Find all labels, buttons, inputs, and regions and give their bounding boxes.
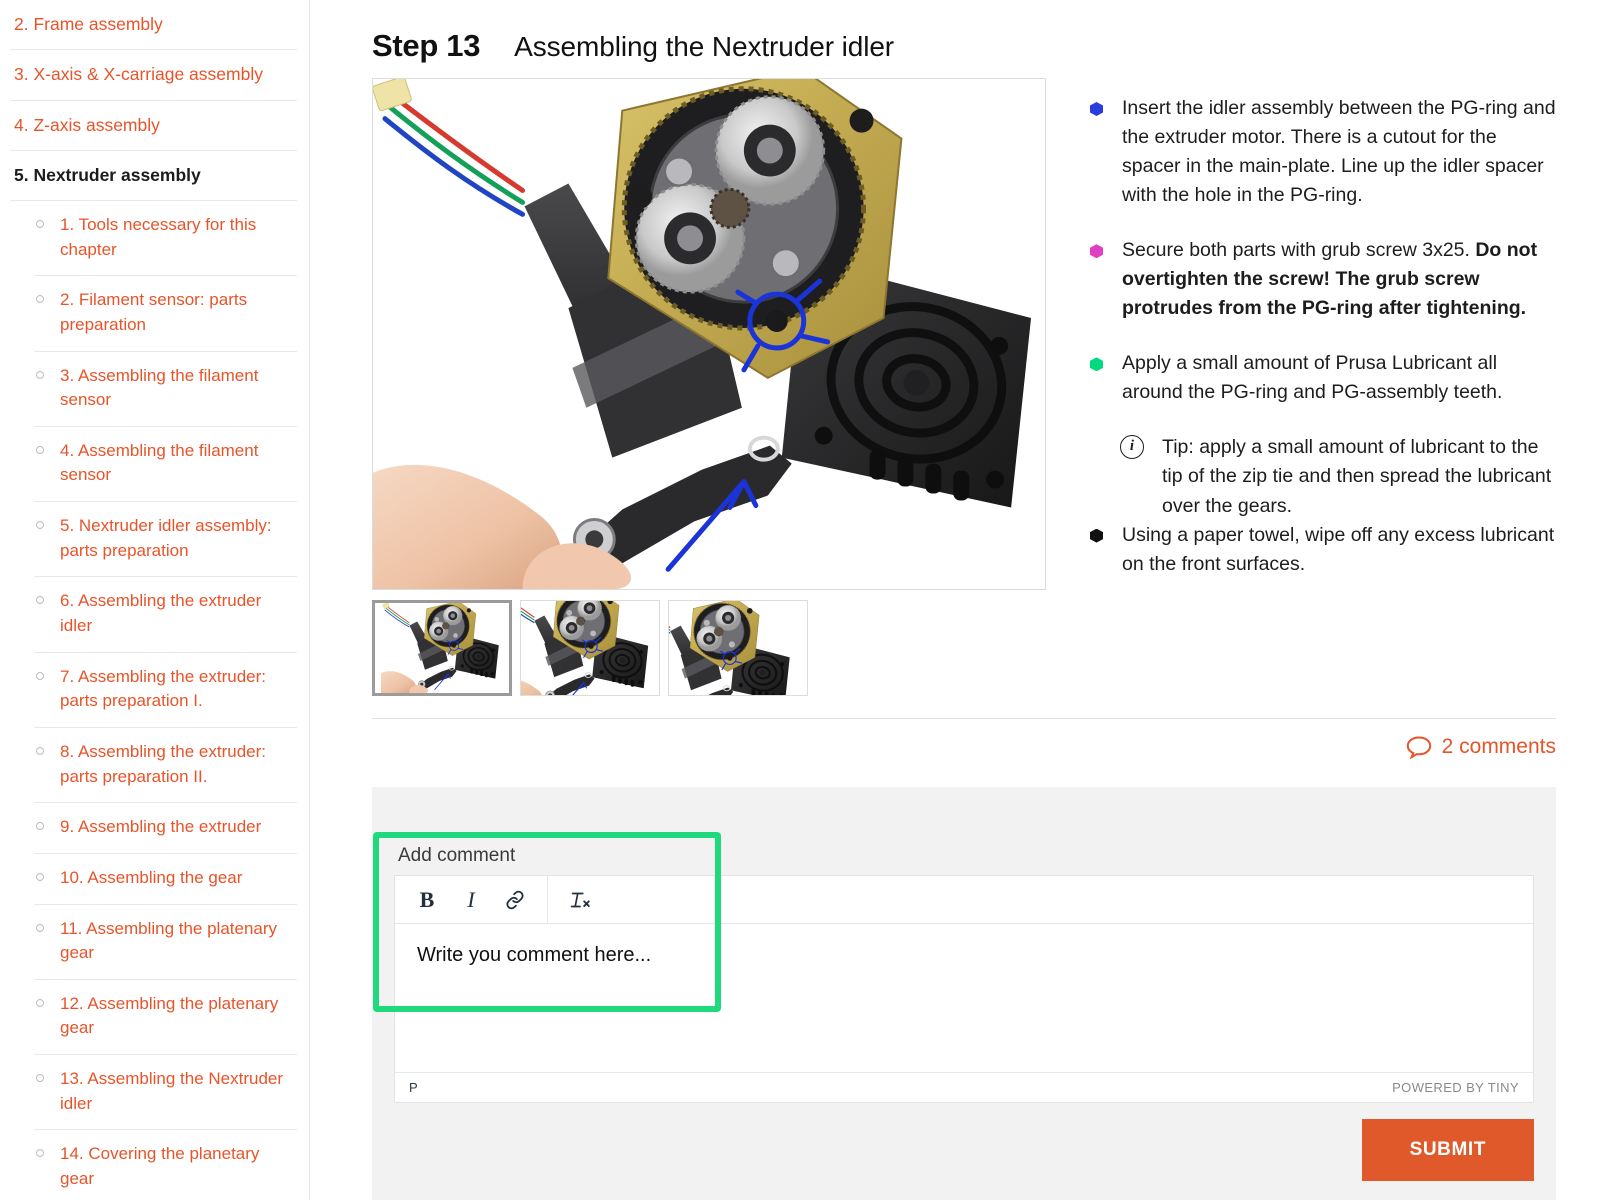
- main-photo[interactable]: [372, 78, 1046, 590]
- sidebar-subitem-1[interactable]: 1. Tools necessary for this chapter: [34, 201, 297, 277]
- thumbnail-1[interactable]: [372, 600, 512, 696]
- sidebar-subitem-9[interactable]: 9. Assembling the extruder: [34, 803, 297, 854]
- chapter-sidebar[interactable]: 2. Frame assembly 3. X-axis & X-carriage …: [0, 0, 310, 1200]
- thumbnail-2[interactable]: [520, 600, 660, 696]
- instruction-item-4: Using a paper towel, wipe off any excess…: [1082, 521, 1556, 579]
- thumbnail-3[interactable]: [668, 600, 808, 696]
- instruction-item-1: Insert the idler assembly between the PG…: [1082, 94, 1556, 210]
- nextruder-photo-illustration: [373, 79, 1045, 589]
- sidebar-subitem-3[interactable]: 3. Assembling the filament sensor: [34, 352, 297, 427]
- circle-bullet-icon: [36, 445, 44, 454]
- circle-bullet-icon: [36, 220, 44, 228]
- element-path: P: [409, 1080, 418, 1095]
- sidebar-subitem-label: 9. Assembling the extruder: [60, 817, 262, 837]
- sidebar-subitem-label: 12. Assembling the platenary gear: [60, 993, 279, 1038]
- assembly-guide-page: 2. Frame assembly 3. X-axis & X-carriage …: [0, 0, 1600, 1200]
- sidebar-subitem-12[interactable]: 12. Assembling the platenary gear: [34, 980, 297, 1056]
- rich-text-editor[interactable]: B I Write you comment here... P POWERED …: [394, 875, 1534, 1103]
- powered-by-label: POWERED BY TINY: [1392, 1080, 1519, 1095]
- sidebar-subitem-label: 11. Assembling the platenary gear: [60, 918, 278, 963]
- hex-bullet-icon: [1090, 102, 1103, 116]
- circle-bullet-icon: [36, 746, 44, 755]
- sidebar-item-2[interactable]: 3. X-axis & X-carriage assembly: [10, 50, 297, 101]
- sidebar-subitem-label: 3. Assembling the filament sensor: [60, 365, 259, 410]
- sidebar-subitem-label: 14. Covering the planetary gear: [60, 1144, 260, 1189]
- sidebar-subitem-label: 5. Nextruder idler assembly: parts prepa…: [60, 516, 272, 560]
- sidebar-subitem-2[interactable]: 2. Filament sensor: parts preparation: [34, 276, 297, 352]
- sidebar-subitem-label: 2. Filament sensor: parts preparation: [60, 290, 248, 334]
- sidebar-item-4[interactable]: 5. Nextruder assembly: [10, 151, 297, 201]
- sidebar-subitem-11[interactable]: 11. Assembling the platenary gear: [34, 905, 297, 980]
- tip-text: Tip: apply a small amount of lubricant t…: [1162, 436, 1552, 517]
- sidebar-subitem-5[interactable]: 5. Nextruder idler assembly: parts prepa…: [34, 502, 297, 578]
- sidebar-subitem-7[interactable]: 7. Assembling the extruder: parts prepar…: [34, 653, 297, 728]
- sidebar-subitem-label: 7. Assembling the extruder: parts prepar…: [60, 666, 267, 711]
- sidebar-item-1[interactable]: 2. Frame assembly: [10, 0, 297, 51]
- step-header: Step 13 Assembling the Nextruder idler: [310, 0, 1600, 64]
- step-number: Step 13: [372, 28, 481, 63]
- page-title: Assembling the Nextruder idler: [514, 31, 895, 62]
- tip-note: i Tip: apply a small amount of lubricant …: [1120, 433, 1556, 520]
- instruction-text: Apply a small amount of Prusa Lubricant …: [1122, 352, 1503, 404]
- sidebar-subitem-label: 10. Assembling the gear: [60, 867, 243, 887]
- sidebar-subitem-label: 8. Assembling the extruder: parts prepar…: [60, 741, 267, 786]
- sidebar-subitem-13[interactable]: 13. Assembling the Nextruder idler: [34, 1055, 297, 1131]
- add-comment-panel: Add comment B I Write you comment here..…: [372, 787, 1556, 1200]
- circle-bullet-icon: [36, 596, 44, 605]
- circle-bullet-icon: [36, 1074, 44, 1083]
- hex-bullet-icon: [1090, 528, 1103, 543]
- circle-bullet-icon: [36, 872, 44, 881]
- sidebar-subitem-label: 4. Assembling the filament sensor: [60, 440, 259, 485]
- circle-bullet-icon: [36, 923, 44, 932]
- hex-bullet-icon: [1090, 357, 1103, 372]
- bold-button[interactable]: B: [405, 880, 449, 920]
- sidebar-subitem-label: 6. Assembling the extruder idler: [60, 591, 262, 636]
- main-content: Step 13 Assembling the Nextruder idler I…: [310, 0, 1600, 1200]
- hex-bullet-icon: [1090, 244, 1103, 259]
- comments-link[interactable]: 2 comments: [372, 718, 1556, 759]
- sidebar-subitem-4[interactable]: 4. Assembling the filament sensor: [34, 427, 297, 503]
- circle-bullet-icon: [36, 521, 44, 530]
- instruction-item-2: Secure both parts with grub screw 3x25. …: [1082, 236, 1556, 323]
- add-comment-label: Add comment: [398, 845, 516, 866]
- circle-bullet-icon: [36, 822, 44, 831]
- instruction-text: Secure both parts with grub screw 3x25.: [1122, 239, 1476, 262]
- sidebar-subitem-6[interactable]: 6. Assembling the extruder idler: [34, 577, 297, 653]
- editor-status-bar: P POWERED BY TINY: [395, 1072, 1533, 1102]
- submit-button[interactable]: SUBMIT: [1361, 1119, 1534, 1181]
- sidebar-item-3[interactable]: 4. Z-axis assembly: [10, 101, 297, 151]
- sidebar-subitem-label: 13. Assembling the Nextruder idler: [60, 1069, 284, 1113]
- instruction-item-3: Apply a small amount of Prusa Lubricant …: [1082, 349, 1556, 407]
- sidebar-subitem-14[interactable]: 14. Covering the planetary gear: [34, 1130, 297, 1200]
- clear-formatting-button[interactable]: [558, 880, 602, 920]
- speech-bubble-icon: [1406, 735, 1432, 759]
- step-media: [372, 78, 1046, 696]
- circle-bullet-icon: [36, 998, 44, 1007]
- thumbnail-strip[interactable]: [372, 600, 1046, 696]
- circle-bullet-icon: [36, 671, 44, 680]
- editor-toolbar[interactable]: B I: [395, 876, 1533, 924]
- sidebar-subitem-10[interactable]: 10. Assembling the gear: [34, 854, 297, 905]
- italic-button[interactable]: I: [449, 880, 493, 920]
- instruction-list: Insert the idler assembly between the PG…: [1046, 78, 1600, 696]
- info-icon: i: [1120, 435, 1144, 460]
- instruction-text: Using a paper towel, wipe off any excess…: [1122, 523, 1555, 575]
- sidebar-subitem-label: 1. Tools necessary for this chapter: [60, 215, 257, 259]
- circle-bullet-icon: [36, 295, 44, 304]
- circle-bullet-icon: [36, 1149, 44, 1158]
- sidebar-subitem-8[interactable]: 8. Assembling the extruder: parts prepar…: [34, 728, 297, 804]
- link-icon[interactable]: [493, 880, 537, 920]
- comment-input[interactable]: Write you comment here...: [395, 924, 1533, 1072]
- comments-count: 2 comments: [1441, 735, 1556, 758]
- instruction-text: Insert the idler assembly between the PG…: [1122, 97, 1556, 207]
- circle-bullet-icon: [36, 370, 44, 379]
